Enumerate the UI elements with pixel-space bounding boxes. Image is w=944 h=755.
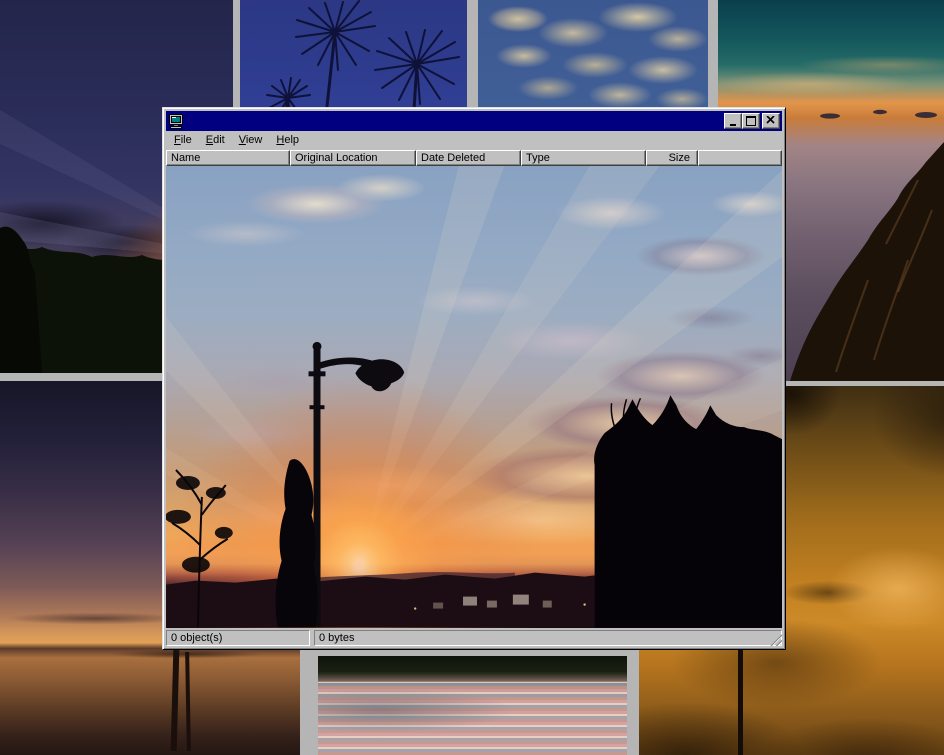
column-header-size[interactable]: Size: [646, 150, 698, 166]
water-pole: [185, 652, 191, 751]
status-object-count: 0 object(s): [166, 630, 310, 646]
computer-icon: [168, 114, 184, 129]
column-header-type[interactable]: Type: [521, 150, 646, 166]
close-icon: [766, 116, 775, 124]
column-header-date-deleted[interactable]: Date Deleted: [416, 150, 521, 166]
status-bar: 0 object(s) 0 bytes: [166, 630, 782, 646]
wallpaper-water-reflection-photo: [318, 656, 627, 755]
list-column-headers: Name Original Location Date Deleted Type…: [166, 150, 782, 166]
menu-view[interactable]: View: [232, 132, 270, 149]
title-bar[interactable]: [166, 111, 782, 131]
column-header-original-location[interactable]: Original Location: [290, 150, 416, 166]
status-size: 0 bytes: [314, 630, 782, 646]
minimize-button[interactable]: [724, 113, 742, 129]
column-header-filler: [698, 150, 782, 166]
menu-help[interactable]: Help: [269, 132, 306, 149]
close-button[interactable]: [762, 113, 780, 129]
recycle-bin-window: File Edit View Help Name Original Locati…: [162, 107, 786, 650]
vegetation-reflection: [318, 656, 627, 682]
minimize-icon: [730, 124, 736, 126]
landscape-silhouettes: [166, 166, 782, 628]
menu-bar: File Edit View Help: [166, 131, 782, 150]
file-list-viewport[interactable]: [166, 166, 782, 628]
menu-file[interactable]: File: [167, 132, 199, 149]
maximize-icon: [746, 116, 756, 126]
maximize-button[interactable]: [742, 113, 760, 129]
column-header-name[interactable]: Name: [166, 150, 290, 166]
desktop: { "window": { "title": "", "icon": "comp…: [0, 0, 944, 755]
water-pole: [171, 650, 180, 751]
menu-edit[interactable]: Edit: [199, 132, 232, 149]
